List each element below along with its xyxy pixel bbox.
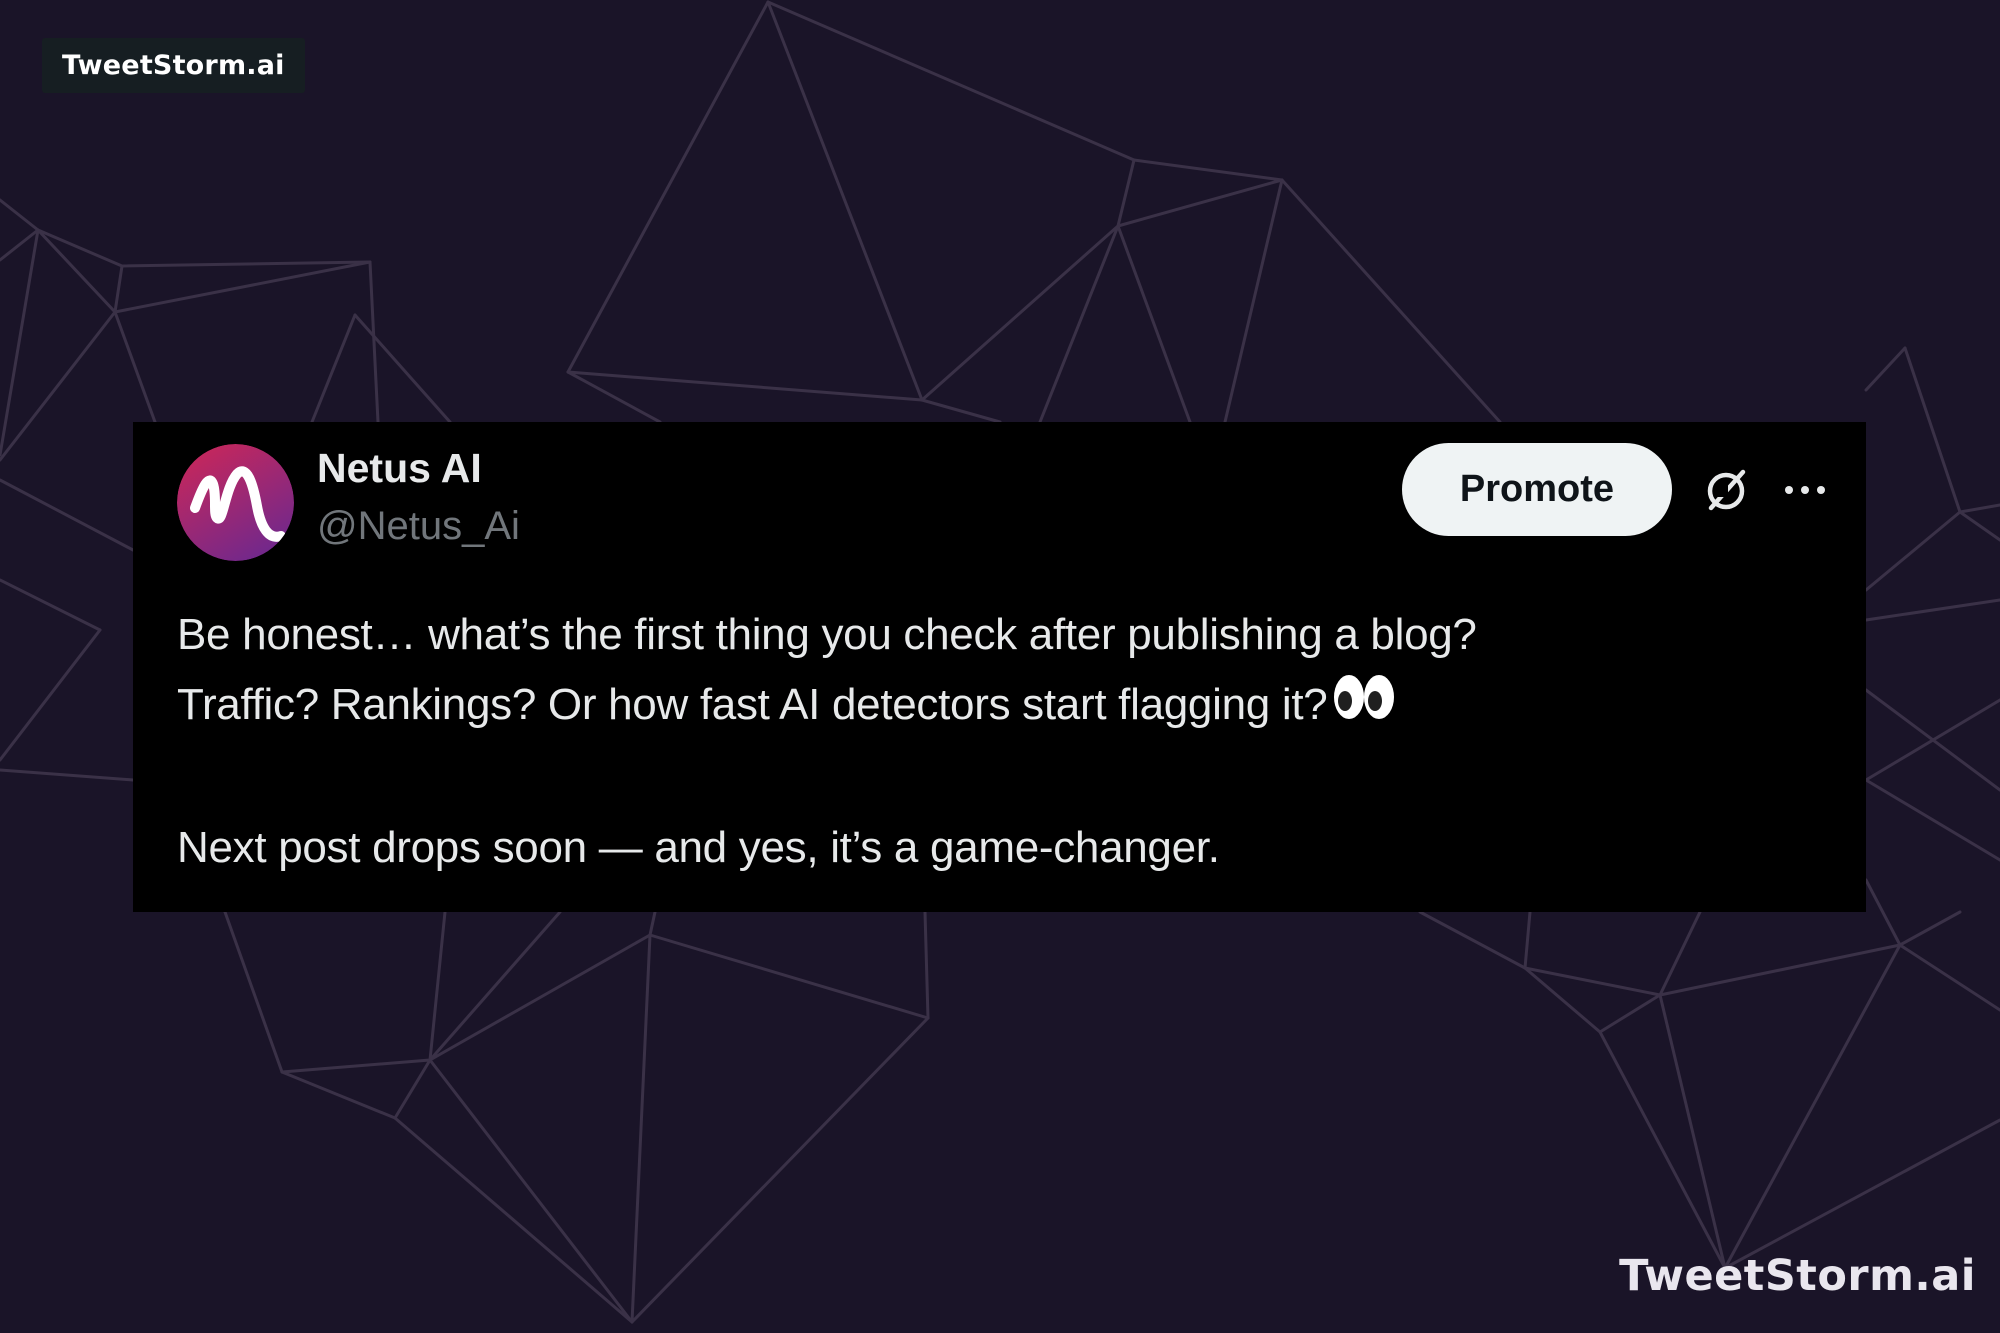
- eyes-emoji-icon: [1333, 672, 1395, 743]
- author-handle[interactable]: @Netus_Ai: [317, 502, 520, 550]
- tweet-body: Be honest… what’s the first thing you ch…: [177, 600, 1837, 883]
- tweet-line-3: Next post drops soon — and yes, it’s a g…: [177, 822, 1220, 872]
- watermark: TweetStorm.ai: [1619, 1251, 1976, 1301]
- more-options-icon[interactable]: [1777, 462, 1833, 518]
- brand-tag: TweetStorm.ai: [42, 38, 305, 93]
- promote-button[interactable]: Promote: [1402, 443, 1672, 536]
- tweet-line-2-text: Traffic? Rankings? Or how fast AI detect…: [177, 680, 1328, 729]
- tweet-line-2: Traffic? Rankings? Or how fast AI detect…: [177, 670, 1837, 743]
- tweet-line-1: Be honest… what’s the first thing you ch…: [177, 610, 1477, 659]
- grok-icon[interactable]: [1699, 462, 1755, 518]
- screenshot-stage: TweetStorm.ai Netus AI @Netus_Ai Promote: [0, 0, 2000, 1333]
- author-name[interactable]: Netus AI: [317, 444, 482, 492]
- tweet-card: Netus AI @Netus_Ai Promote Be honest… wh…: [133, 422, 1866, 912]
- netus-logo-icon[interactable]: [177, 444, 294, 561]
